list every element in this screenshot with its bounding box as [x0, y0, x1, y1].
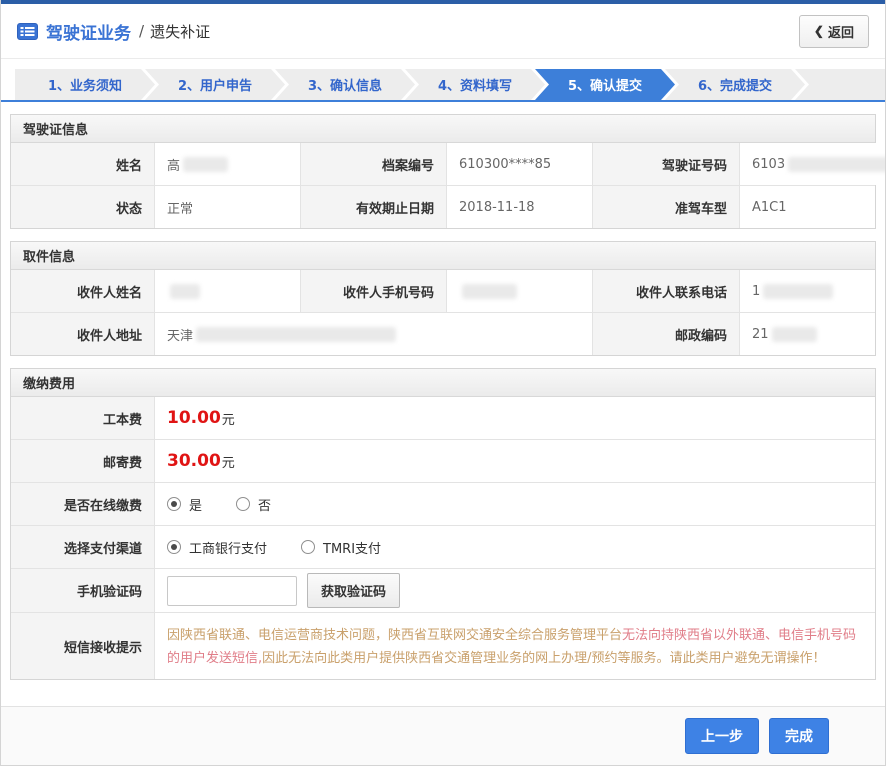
production-fee-amount: 10.00	[167, 408, 221, 428]
radio-option-icbc[interactable]: 工商银行支付	[167, 538, 267, 557]
get-code-button[interactable]: 获取验证码	[307, 573, 400, 608]
sms-code-field: 获取验证码	[154, 569, 875, 612]
table-row: 是否在线缴费 是 否	[11, 482, 875, 525]
expiry-date-label: 有效期止日期	[300, 186, 446, 228]
status-value: 正常	[154, 186, 300, 228]
payment-channel-label: 选择支付渠道	[11, 526, 154, 568]
sms-code-input[interactable]	[167, 576, 297, 606]
online-payment-options: 是 否	[154, 483, 875, 525]
page-header: 驾驶证业务 / 遗失补证 ❮ 返回	[1, 4, 885, 59]
payment-section: 缴纳费用 工本费 10.00 元 邮寄费 30.00 元 是否在线缴费	[10, 368, 876, 680]
footer-actions: 上一步 完成	[1, 706, 885, 765]
status-label: 状态	[11, 186, 154, 228]
recipient-phone-label: 收件人联系电话	[592, 270, 739, 312]
notice-text-part1: 因陕西省联通、电信运营商技术问题，陕西省互联网交通安全综合服务管理平台	[167, 628, 622, 643]
radio-selected-icon[interactable]	[167, 497, 181, 511]
notice-text-part3: 因此无法向此类用户提供陕西省交通管理业务的网上办理/预约等服务。请此类用户避免无…	[262, 651, 825, 666]
step-tab-3[interactable]: 3、确认信息	[275, 69, 415, 100]
production-fee-unit: 元	[222, 409, 235, 428]
steps-filler	[795, 69, 885, 100]
table-row: 选择支付渠道 工商银行支付 TMRI支付	[11, 525, 875, 568]
step-tab-5-active[interactable]: 5、确认提交	[535, 69, 675, 100]
page-title: 驾驶证业务	[46, 19, 131, 44]
production-fee-label: 工本费	[11, 397, 154, 439]
back-button[interactable]: ❮ 返回	[799, 15, 869, 48]
recipient-phone-value: 1	[739, 270, 875, 312]
mailing-fee-label: 邮寄费	[11, 440, 154, 482]
main-content: 驾驶证信息 姓名 高 档案编号 610300****85 驾驶证号码 6103 …	[1, 102, 885, 706]
breadcrumb-current: 遗失补证	[150, 21, 210, 42]
production-fee-value: 10.00 元	[154, 397, 875, 439]
redacted-value	[170, 284, 200, 299]
radio-option-yes[interactable]: 是	[167, 495, 202, 514]
table-row: 收件人姓名 收件人手机号码 收件人联系电话 1	[11, 270, 875, 312]
back-chevron-icon: ❮	[814, 24, 824, 38]
table-row: 收件人地址 天津 邮政编码 21	[11, 312, 875, 355]
payment-channel-options: 工商银行支付 TMRI支付	[154, 526, 875, 568]
postal-code-value: 21	[739, 313, 875, 355]
step-tab-4[interactable]: 4、资料填写	[405, 69, 545, 100]
license-number-value: 6103	[739, 143, 886, 185]
table-row: 短信接收提示 因陕西省联通、电信运营商技术问题，陕西省互联网交通安全综合服务管理…	[11, 612, 875, 679]
previous-step-button[interactable]: 上一步	[685, 718, 759, 754]
redacted-value	[763, 284, 833, 299]
table-row: 姓名 高 档案编号 610300****85 驾驶证号码 6103	[11, 143, 875, 185]
vehicle-class-value: A1C1	[739, 186, 875, 228]
redacted-value	[196, 327, 396, 342]
sms-notice-text: 因陕西省联通、电信运营商技术问题，陕西省互联网交通安全综合服务管理平台无法向持陕…	[154, 613, 875, 679]
recipient-address-label: 收件人地址	[11, 313, 154, 355]
license-info-section: 驾驶证信息 姓名 高 档案编号 610300****85 驾驶证号码 6103 …	[10, 114, 876, 229]
pickup-section-title: 取件信息	[11, 242, 875, 270]
radio-option-tmri[interactable]: TMRI支付	[301, 538, 381, 557]
wizard-steps: 1、业务须知 2、用户申告 3、确认信息 4、资料填写 5、确认提交 6、完成提…	[1, 69, 885, 102]
step-tab-6[interactable]: 6、完成提交	[665, 69, 805, 100]
table-row: 状态 正常 有效期止日期 2018-11-18 准驾车型 A1C1	[11, 185, 875, 228]
redacted-value	[788, 157, 886, 172]
finish-button[interactable]: 完成	[769, 718, 829, 754]
recipient-mobile-label: 收件人手机号码	[300, 270, 446, 312]
name-value: 高	[154, 143, 300, 185]
mailing-fee-unit: 元	[222, 452, 235, 471]
recipient-mobile-value	[446, 270, 592, 312]
postal-code-label: 邮政编码	[592, 313, 739, 355]
vehicle-class-label: 准驾车型	[592, 186, 739, 228]
file-number-value: 610300****85	[446, 143, 592, 185]
online-payment-label: 是否在线缴费	[11, 483, 154, 525]
step-tab-1[interactable]: 1、业务须知	[15, 69, 155, 100]
recipient-name-label: 收件人姓名	[11, 270, 154, 312]
back-button-label: 返回	[828, 22, 854, 41]
table-row: 手机验证码 获取验证码	[11, 568, 875, 612]
recipient-address-value: 天津	[154, 313, 592, 355]
step-tab-2[interactable]: 2、用户申告	[145, 69, 285, 100]
radio-unselected-icon[interactable]	[301, 540, 315, 554]
document-list-icon	[17, 23, 38, 40]
redacted-value	[183, 157, 228, 172]
recipient-name-value	[154, 270, 300, 312]
mailing-fee-amount: 30.00	[167, 451, 221, 471]
mailing-fee-value: 30.00 元	[154, 440, 875, 482]
sms-code-label: 手机验证码	[11, 569, 154, 612]
radio-selected-icon[interactable]	[167, 540, 181, 554]
sms-notice-label: 短信接收提示	[11, 613, 154, 679]
table-row: 邮寄费 30.00 元	[11, 439, 875, 482]
radio-unselected-icon[interactable]	[236, 497, 250, 511]
page: 驾驶证业务 / 遗失补证 ❮ 返回 1、业务须知 2、用户申告 3、确认信息 4…	[0, 0, 886, 766]
file-number-label: 档案编号	[300, 143, 446, 185]
license-section-title: 驾驶证信息	[11, 115, 875, 143]
redacted-value	[772, 327, 817, 342]
pickup-info-section: 取件信息 收件人姓名 收件人手机号码 收件人联系电话 1 收件人地址 天津 邮政…	[10, 241, 876, 356]
table-row: 工本费 10.00 元	[11, 397, 875, 439]
expiry-date-value: 2018-11-18	[446, 186, 592, 228]
redacted-value	[462, 284, 517, 299]
breadcrumb-separator: /	[139, 22, 144, 40]
name-label: 姓名	[11, 143, 154, 185]
radio-option-no[interactable]: 否	[236, 495, 271, 514]
license-number-label: 驾驶证号码	[592, 143, 739, 185]
payment-section-title: 缴纳费用	[11, 369, 875, 397]
